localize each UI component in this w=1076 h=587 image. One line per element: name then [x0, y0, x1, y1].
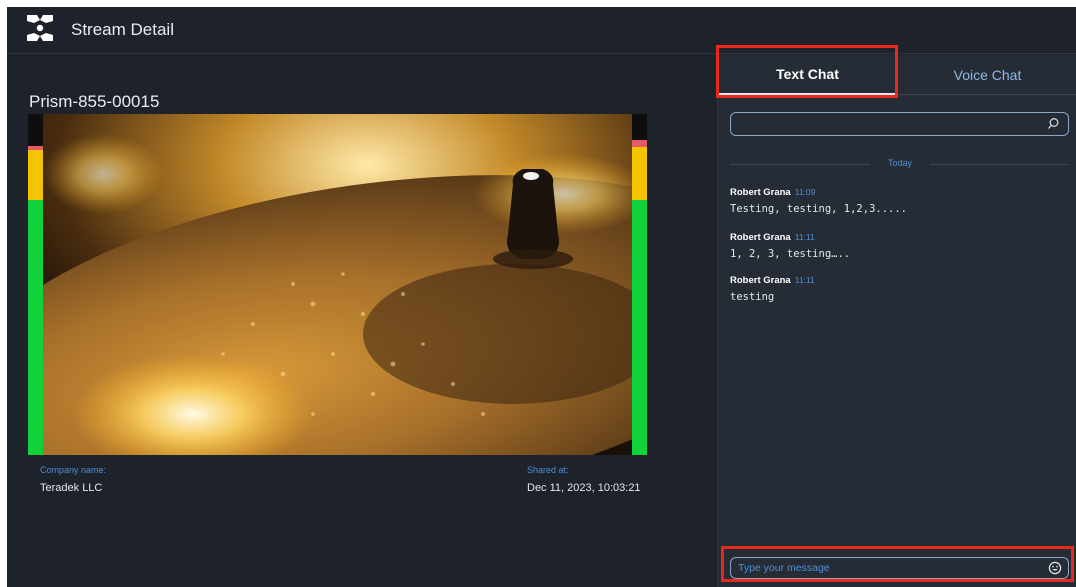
top-bar: Stream Detail [7, 7, 1076, 54]
tab-voice-chat[interactable]: Voice Chat [898, 55, 1076, 95]
audio-meter-left [28, 114, 43, 455]
message-text: Testing, testing, 1,2,3..... [730, 203, 908, 215]
search-icon[interactable] [1046, 117, 1060, 131]
teradek-logo-icon [27, 15, 53, 41]
message-header: Robert Grana 11:11 [730, 227, 1069, 245]
message-input[interactable] [738, 560, 1038, 576]
company-label: Company name: [40, 465, 107, 475]
meter-yellow-segment [28, 150, 43, 200]
message-author: Robert Grana [730, 187, 791, 198]
stream-name: Prism-855-00015 [29, 92, 160, 111]
divider-line-left [730, 164, 870, 165]
message-time: 11:11 [794, 232, 815, 242]
stream-panel: Prism-855-00015 Company name: Teradek LL… [7, 55, 716, 587]
message-header: Robert Grana 11:11 [730, 270, 1069, 288]
meter-yellow-segment [632, 147, 647, 200]
message-author: Robert Grana [730, 275, 791, 286]
chat-message: Robert Grana 11:11 1, 2, 3, testing….. [730, 227, 1069, 260]
divider-line-right [930, 164, 1069, 165]
audio-meter-right [632, 114, 647, 455]
chat-panel: Text Chat Voice Chat Today Robert Grana 1… [717, 55, 1076, 587]
shared-at-value: Dec 11, 2023, 10:03:21 [527, 482, 641, 494]
video-player[interactable] [28, 114, 647, 455]
app-window: Stream Detail Prism-855-00015 Company na… [7, 7, 1076, 587]
message-author: Robert Grana [730, 232, 791, 243]
emoji-icon[interactable] [1048, 561, 1062, 575]
tab-text-chat[interactable]: Text Chat [718, 55, 897, 95]
chat-search [730, 112, 1069, 136]
chat-tabs: Text Chat Voice Chat [718, 55, 1076, 95]
shared-at-label: Shared at: [527, 465, 569, 475]
meter-green-segment [632, 200, 647, 455]
date-divider-label: Today [887, 158, 913, 168]
video-frame [43, 114, 632, 455]
date-divider: Today [730, 158, 1069, 170]
company-value: Teradek LLC [40, 482, 103, 494]
page-title: Stream Detail [71, 20, 174, 39]
message-text: 1, 2, 3, testing….. [730, 248, 851, 260]
meter-green-segment [28, 200, 43, 455]
message-time: 11:09 [794, 187, 816, 197]
message-time: 11:11 [794, 275, 815, 285]
message-text: testing [730, 291, 775, 303]
chat-message: Robert Grana 11:11 testing [730, 270, 1069, 303]
chat-search-input[interactable] [737, 115, 1037, 133]
meter-red-segment [632, 140, 647, 147]
message-composer [730, 557, 1069, 579]
cymbal-image [43, 114, 632, 455]
message-header: Robert Grana 11:09 [730, 182, 1069, 200]
chat-message: Robert Grana 11:09 Testing, testing, 1,2,… [730, 182, 1069, 215]
